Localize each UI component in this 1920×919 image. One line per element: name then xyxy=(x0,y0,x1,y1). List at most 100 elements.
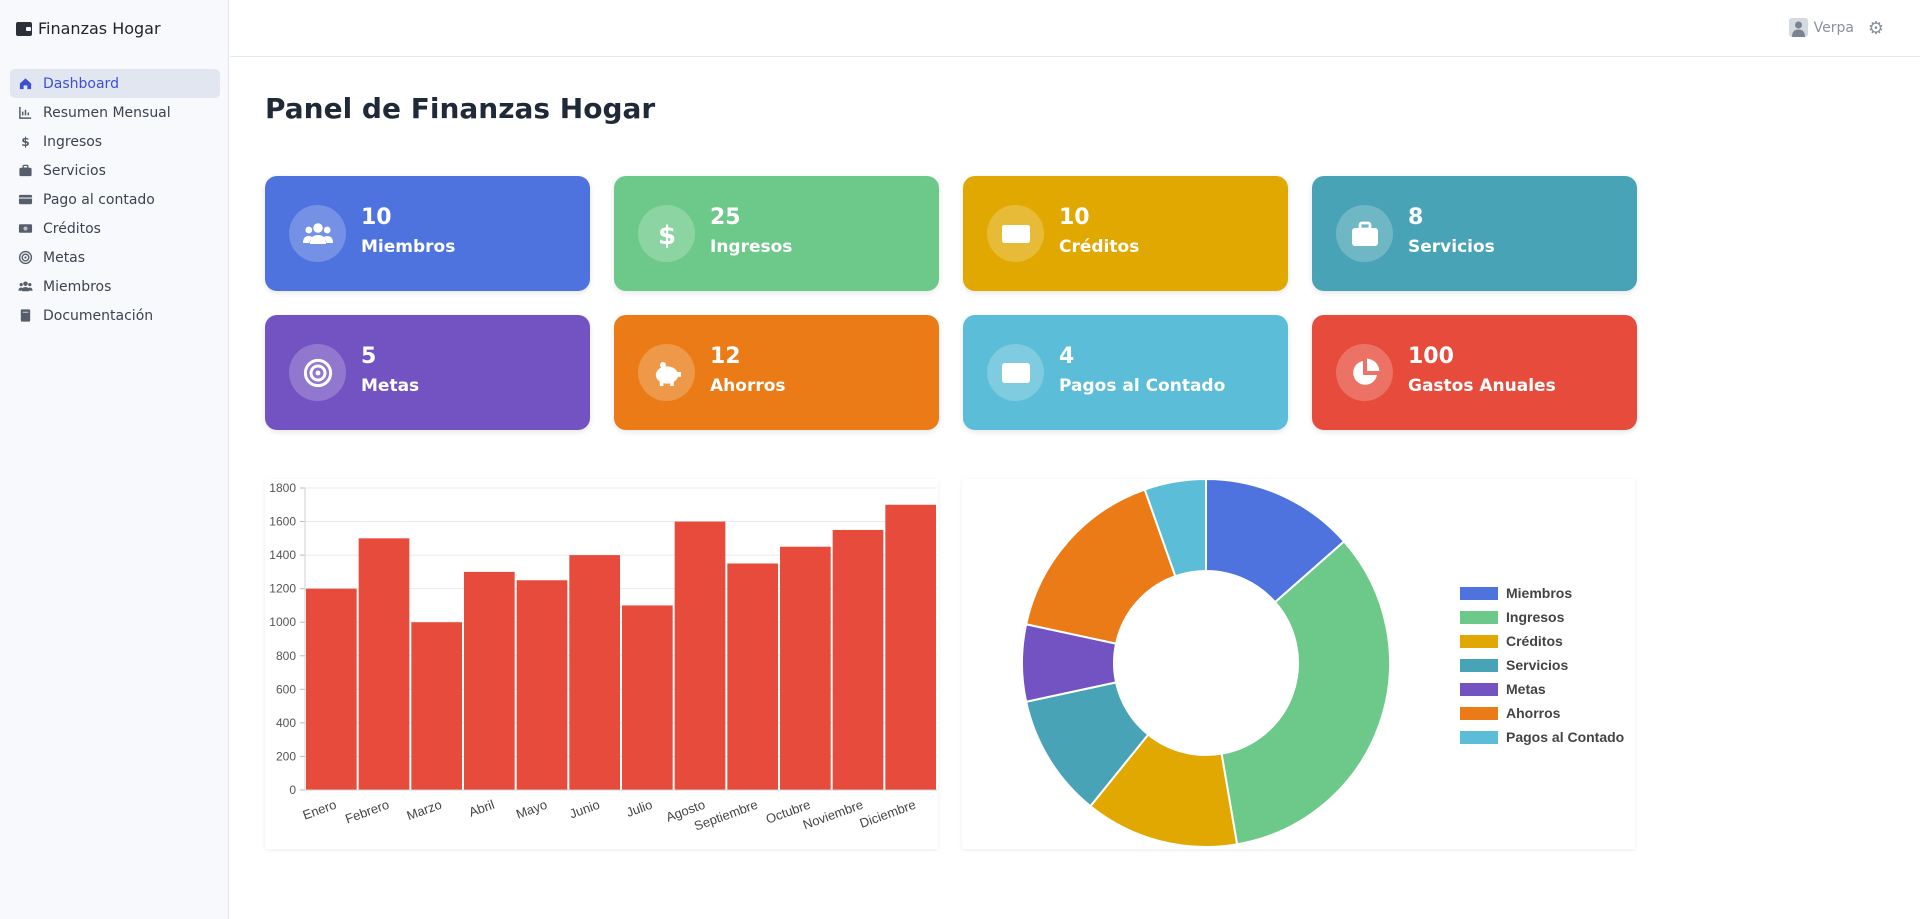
legend-swatch xyxy=(1460,586,1498,600)
stat-value: 5 xyxy=(361,344,377,369)
sidebar-item-label: Pago al contado xyxy=(43,191,155,208)
bar-mayo[interactable] xyxy=(516,580,568,790)
legend-swatch xyxy=(1460,610,1498,624)
sidebar-nav: Dashboard Resumen Mensual $ Ingresos Servici… xyxy=(10,69,220,330)
gear-icon[interactable]: ⚙ xyxy=(1868,18,1884,39)
stat-card-piggy-bank[interactable]: 12 Ahorros xyxy=(614,315,939,430)
legend-label: Miembros xyxy=(1506,585,1573,601)
stat-label: Metas xyxy=(361,376,420,396)
pie-chart-icon xyxy=(1336,344,1393,401)
x-tick-label: Febrero xyxy=(343,797,391,827)
money-bill-icon xyxy=(17,221,33,237)
x-tick-label: Julio xyxy=(624,797,654,820)
credit-card-icon xyxy=(987,344,1044,401)
bar-agosto[interactable] xyxy=(674,521,726,790)
stat-value: 8 xyxy=(1408,205,1424,230)
piggy-bank-icon xyxy=(638,344,695,401)
stat-label: Gastos Anuales xyxy=(1408,376,1556,396)
book-icon xyxy=(17,308,33,324)
legend-item[interactable]: Servicios xyxy=(1460,653,1624,677)
stat-card-target[interactable]: 5 Metas xyxy=(265,315,590,430)
topbar: Verpa ⚙ xyxy=(230,0,1920,57)
stat-card-users[interactable]: 10 Miembros xyxy=(265,176,590,291)
bar-chart-panel: 0 200 400 600 800 1000 1200 1400 1600 1800 Enero Fe… xyxy=(265,479,938,849)
y-tick-label: 0 xyxy=(289,783,296,797)
donut-legend: Miembros Ingresos Créditos Servicios Metas Ah… xyxy=(1460,581,1624,749)
legend-item[interactable]: Ahorros xyxy=(1460,701,1624,725)
briefcase-icon xyxy=(1336,205,1393,262)
dollar-icon: $ xyxy=(17,134,33,150)
stat-card-briefcase[interactable]: 8 Servicios xyxy=(1312,176,1637,291)
legend-item[interactable]: Ingresos xyxy=(1460,605,1624,629)
sidebar-item-money-bill[interactable]: Créditos xyxy=(10,214,220,243)
sidebar-item-briefcase[interactable]: Servicios xyxy=(10,156,220,185)
sidebar-item-book[interactable]: Documentación xyxy=(10,301,220,330)
y-tick-label: 1600 xyxy=(269,515,296,529)
users-icon xyxy=(289,205,346,262)
sidebar-item-label: Documentación xyxy=(43,307,154,324)
brand[interactable]: Finanzas Hogar xyxy=(16,19,161,38)
sidebar-item-home[interactable]: Dashboard xyxy=(10,69,220,98)
legend-item[interactable]: Pagos al Contado xyxy=(1460,725,1624,749)
stat-card-pie-chart[interactable]: 100 Gastos Anuales xyxy=(1312,315,1637,430)
sidebar-item-label: Miembros xyxy=(43,278,112,295)
y-tick-label: 1800 xyxy=(269,481,296,495)
legend-item[interactable]: Créditos xyxy=(1460,629,1624,653)
user-name: Verpa xyxy=(1813,19,1854,36)
stat-card-money-bill[interactable]: 10 Créditos xyxy=(963,176,1288,291)
bar-marzo[interactable] xyxy=(411,622,462,790)
bar-octubre[interactable] xyxy=(780,546,831,790)
legend-swatch xyxy=(1460,730,1498,744)
stat-value: 100 xyxy=(1408,344,1454,369)
bar-abril[interactable] xyxy=(464,571,515,790)
legend-swatch xyxy=(1460,682,1498,696)
bar-julio[interactable] xyxy=(622,605,673,790)
sidebar-item-target[interactable]: Metas xyxy=(10,243,220,272)
legend-swatch xyxy=(1460,706,1498,720)
y-tick-label: 800 xyxy=(276,649,296,663)
user-icon xyxy=(1788,18,1808,37)
sidebar-item-label: Servicios xyxy=(43,162,106,179)
bar-septiembre[interactable] xyxy=(727,563,778,791)
sidebar-item-label: Ingresos xyxy=(43,133,103,150)
wallet-icon xyxy=(16,21,32,36)
y-tick-label: 1400 xyxy=(269,548,296,562)
legend-item[interactable]: Miembros xyxy=(1460,581,1624,605)
legend-item[interactable]: Metas xyxy=(1460,677,1624,701)
x-tick-label: Mayo xyxy=(514,797,549,822)
stat-card-dollar[interactable]: $25 Ingresos xyxy=(614,176,939,291)
sidebar-item-label: Dashboard xyxy=(43,75,119,92)
slice-ingresos[interactable] xyxy=(1220,540,1391,846)
stat-card-credit-card[interactable]: 4 Pagos al Contado xyxy=(963,315,1288,430)
sidebar-item-label: Créditos xyxy=(43,220,101,237)
sidebar-item-label: Resumen Mensual xyxy=(43,104,171,121)
stat-value: 4 xyxy=(1059,344,1075,369)
legend-swatch xyxy=(1460,658,1498,672)
sidebar-item-label: Metas xyxy=(43,249,86,266)
bar-diciembre[interactable] xyxy=(885,504,936,790)
stat-label: Servicios xyxy=(1408,237,1495,257)
home-icon xyxy=(17,76,33,92)
svg-text:$: $ xyxy=(21,135,29,149)
stat-value: 12 xyxy=(710,344,741,369)
sidebar-item-users[interactable]: Miembros xyxy=(10,272,220,301)
sidebar-item-credit-card[interactable]: Pago al contado xyxy=(10,185,220,214)
bar-noviembre[interactable] xyxy=(832,529,884,790)
credit-card-icon xyxy=(17,192,33,208)
legend-label: Servicios xyxy=(1506,657,1569,673)
money-bill-icon xyxy=(987,205,1044,262)
bar-junio[interactable] xyxy=(569,555,620,790)
legend-swatch xyxy=(1460,634,1498,648)
briefcase-icon xyxy=(17,163,33,179)
svg-text:$: $ xyxy=(657,221,675,250)
x-tick-label: Diciembre xyxy=(858,797,918,831)
user-menu[interactable]: Verpa xyxy=(1788,18,1854,37)
bar-febrero[interactable] xyxy=(358,538,410,790)
bar-enero[interactable] xyxy=(306,588,357,790)
stat-value: 25 xyxy=(710,205,741,230)
sidebar-item-dollar[interactable]: $ Ingresos xyxy=(10,127,220,156)
legend-label: Metas xyxy=(1506,681,1546,697)
bar-chart: 0 200 400 600 800 1000 1200 1400 1600 1800 Enero Fe… xyxy=(269,481,937,834)
sidebar-item-chart-line[interactable]: Resumen Mensual xyxy=(10,98,220,127)
y-tick-label: 1200 xyxy=(269,582,296,596)
